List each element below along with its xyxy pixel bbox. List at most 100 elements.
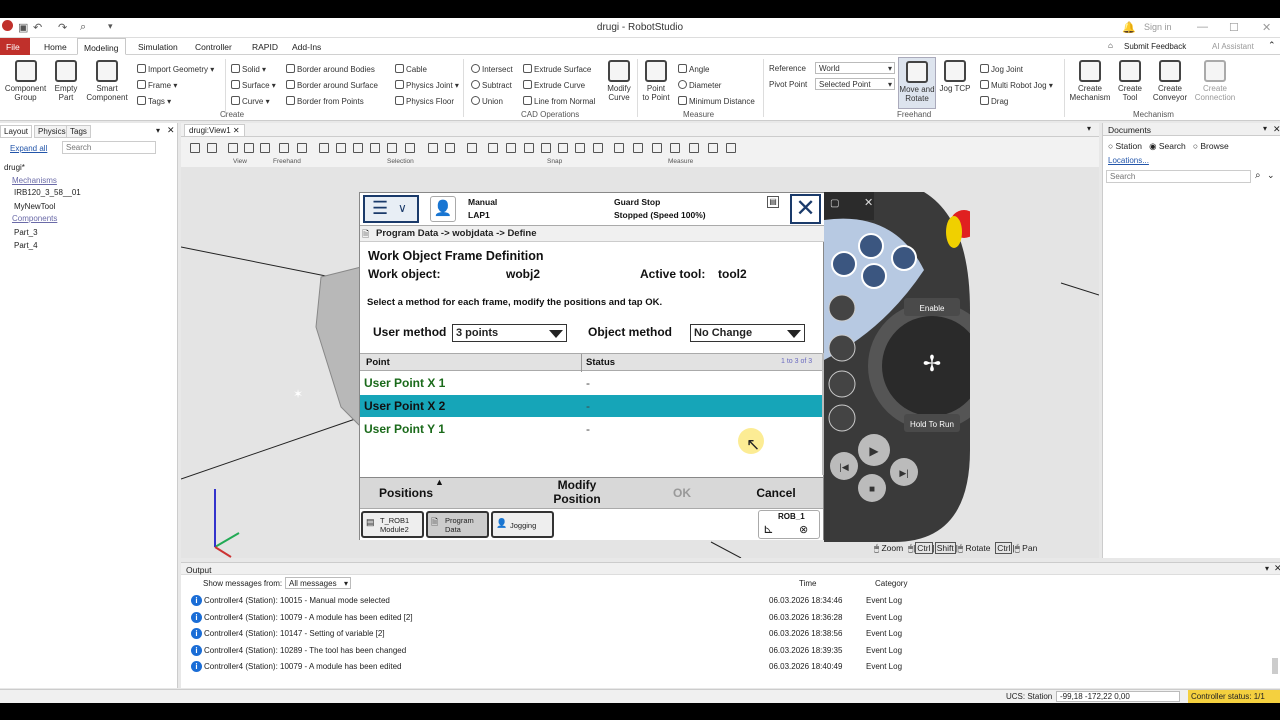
view-tool-icon[interactable]: [614, 143, 624, 153]
jog-tcp-button[interactable]: Jog TCP: [939, 60, 971, 93]
close-window-icon[interactable]: ✕: [1262, 21, 1271, 34]
browse-radio[interactable]: ○ Browse: [1193, 141, 1229, 151]
line-from-normal-button[interactable]: Line from Normal: [523, 96, 595, 106]
message-row[interactable]: i Controller4 (Station): 10015 - Manual m…: [189, 594, 1279, 610]
minimum-distance-button[interactable]: Minimum Distance: [678, 96, 755, 106]
multi-robot-jog-button[interactable]: Multi Robot Jog ▾: [980, 80, 1053, 90]
programmable-key-3[interactable]: [861, 263, 887, 289]
physics-floor-button[interactable]: Physics Floor: [395, 96, 454, 106]
tree-item[interactable]: Part_3: [14, 228, 38, 237]
view-tool-icon[interactable]: [488, 143, 498, 153]
dropdown-icon[interactable]: ▾: [1087, 124, 1091, 133]
user-method-select[interactable]: 3 points: [452, 324, 567, 342]
view-tab[interactable]: drugi:View1 ✕: [184, 124, 245, 137]
tree-item[interactable]: Mechanisms: [12, 176, 57, 185]
tab-layout[interactable]: Layout: [0, 125, 33, 138]
view-tool-icon[interactable]: [652, 143, 662, 153]
tab-controller[interactable]: Controller: [189, 38, 238, 55]
view-tool-icon[interactable]: [445, 143, 455, 153]
increment-key[interactable]: [828, 404, 856, 432]
view-tool-icon[interactable]: [336, 143, 346, 153]
chevron-down-icon[interactable]: ⌄: [1267, 170, 1275, 181]
view-tool-icon[interactable]: [207, 143, 217, 153]
border-bodies-button[interactable]: Border around Bodies: [286, 64, 375, 74]
table-row[interactable]: User Point X 2 -: [360, 395, 822, 417]
tree-item[interactable]: drugi*: [4, 163, 25, 172]
message-row[interactable]: i Controller4 (Station): 10079 - A module…: [189, 660, 1279, 676]
import-geometry-button[interactable]: Import Geometry ▾: [137, 64, 214, 74]
sign-in-link[interactable]: Sign in: [1144, 22, 1172, 32]
table-row[interactable]: User Point X 1 -: [360, 372, 822, 394]
create-mechanism-button[interactable]: Create Mechanism: [1068, 60, 1112, 102]
create-connection-button[interactable]: Create Connection: [1192, 60, 1238, 102]
tree-item[interactable]: Part_4: [14, 241, 38, 250]
bell-icon[interactable]: 🔔: [1122, 21, 1136, 34]
jog-joint-button[interactable]: Jog Joint: [980, 64, 1023, 74]
message-row[interactable]: i Controller4 (Station): 10289 - The tool…: [189, 644, 1279, 660]
search-input[interactable]: [62, 141, 156, 154]
angle-button[interactable]: Angle: [678, 64, 709, 74]
programmable-key-1[interactable]: [858, 233, 884, 259]
view-tool-icon[interactable]: [506, 143, 516, 153]
minimize-icon[interactable]: —: [1197, 21, 1208, 33]
tree-item[interactable]: IRB120_3_58__01: [14, 188, 81, 197]
pivot-select[interactable]: Selected Point ▾: [815, 78, 895, 90]
jogging-task-button[interactable]: 👤 Jogging: [491, 511, 554, 538]
subtract-button[interactable]: Subtract: [471, 80, 512, 90]
documents-search-input[interactable]: [1106, 170, 1251, 183]
view-tool-icon[interactable]: [541, 143, 551, 153]
view-tool-icon[interactable]: [593, 143, 603, 153]
frame-button[interactable]: Frame ▾: [137, 80, 177, 90]
tab-modeling[interactable]: Modeling: [77, 38, 126, 55]
cable-button[interactable]: Cable: [395, 64, 427, 74]
extrude-surface-button[interactable]: Extrude Surface: [523, 64, 591, 74]
coordinates-field[interactable]: -99,18 -172,22 0,00: [1056, 691, 1180, 702]
ribbon-collapse-icon[interactable]: ⌃: [1268, 40, 1276, 51]
module-task-button[interactable]: ▤ T_ROB1 Module2: [361, 511, 424, 538]
view-tool-icon[interactable]: [387, 143, 397, 153]
view-tool-icon[interactable]: [319, 143, 329, 153]
quickset-icon[interactable]: ▤: [767, 196, 779, 208]
diameter-button[interactable]: Diameter: [678, 80, 721, 90]
view-tool-icon[interactable]: [708, 143, 718, 153]
create-tool-button[interactable]: Create Tool: [1114, 60, 1146, 102]
tree-item[interactable]: MyNewTool: [14, 202, 55, 211]
smart-component-button[interactable]: Smart Component: [84, 60, 130, 102]
abb-menu-button[interactable]: ☰ ∨: [363, 195, 419, 223]
scrollbar-thumb[interactable]: [1272, 658, 1278, 674]
tree-item[interactable]: Components: [12, 214, 57, 223]
view-tool-icon[interactable]: [260, 143, 270, 153]
view-tool-icon[interactable]: [279, 143, 289, 153]
ok-button[interactable]: OK: [642, 478, 722, 509]
tab-file[interactable]: File: [0, 38, 30, 55]
close-icon[interactable]: ✕: [233, 126, 240, 135]
search-icon[interactable]: ⌕: [1255, 170, 1261, 181]
view-tool-icon[interactable]: [524, 143, 534, 153]
view-tool-icon[interactable]: [405, 143, 415, 153]
extrude-curve-button[interactable]: Extrude Curve: [523, 80, 585, 90]
positions-button[interactable]: Positions ▲: [360, 477, 452, 509]
message-row[interactable]: i Controller4 (Station): 10147 - Setting …: [189, 627, 1279, 643]
close-icon[interactable]: ✕: [167, 125, 175, 136]
union-button[interactable]: Union: [471, 96, 503, 106]
window-icon[interactable]: ▢: [830, 198, 839, 209]
view-tool-icon[interactable]: [353, 143, 363, 153]
view-tool-icon[interactable]: [228, 143, 238, 153]
border-surface-button[interactable]: Border around Surface: [286, 80, 378, 90]
intersect-button[interactable]: Intersect: [471, 64, 513, 74]
view-tool-icon[interactable]: [244, 143, 254, 153]
pin-icon[interactable]: ▾: [156, 126, 160, 135]
program-data-task-button[interactable]: 🗎 Program Data: [426, 511, 489, 538]
tab-home[interactable]: Home: [38, 38, 73, 55]
modify-position-button[interactable]: Modify Position: [532, 478, 622, 509]
move-rotate-button[interactable]: Move and Rotate: [898, 57, 936, 109]
maximize-icon[interactable]: ☐: [1229, 21, 1239, 34]
station-radio[interactable]: ○ Station: [1108, 141, 1142, 151]
physics-joint-button[interactable]: Physics Joint ▾: [395, 80, 459, 90]
surface-button[interactable]: Surface ▾: [231, 80, 276, 90]
locations-link[interactable]: Locations...: [1108, 156, 1149, 165]
close-icon[interactable]: ✕: [864, 197, 873, 209]
view-tool-icon[interactable]: [467, 143, 477, 153]
point-to-point-button[interactable]: Point to Point: [639, 60, 673, 102]
expand-all-link[interactable]: Expand all: [10, 144, 47, 153]
